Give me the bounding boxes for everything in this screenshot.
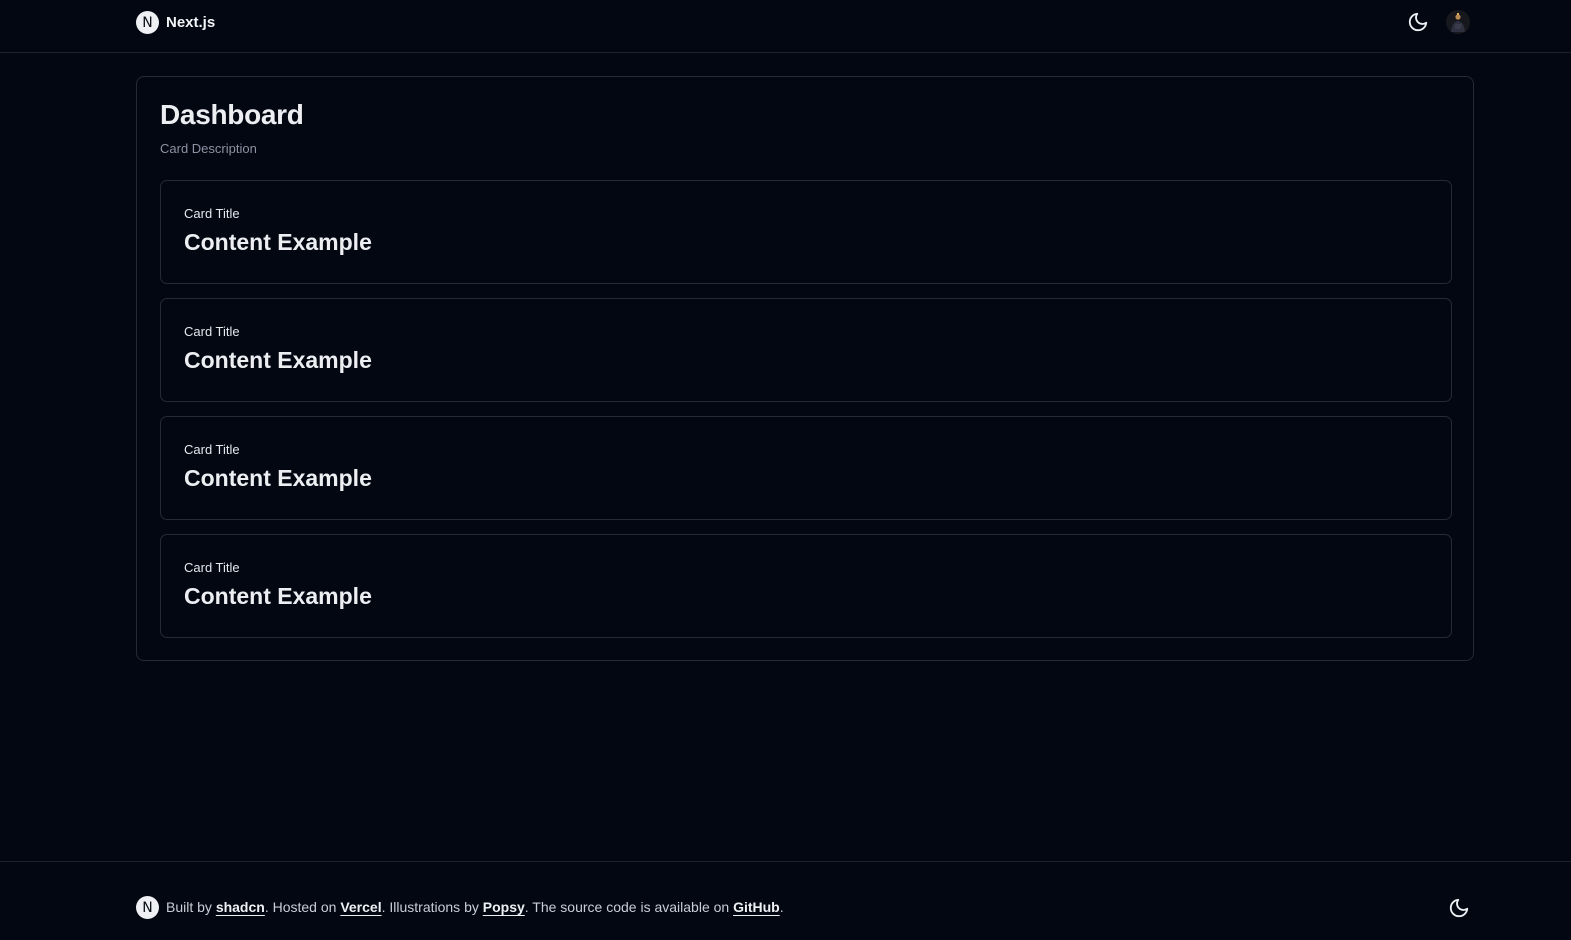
nextjs-logo-icon: N — [136, 11, 159, 34]
card-title: Card Title — [184, 442, 240, 457]
moon-icon — [1408, 12, 1428, 32]
content-card: Card Title Content Example — [160, 534, 1452, 638]
card-content: Content Example — [184, 229, 372, 255]
site-header: N Next.js — [0, 0, 1571, 53]
nextjs-logo-icon: N — [136, 896, 159, 919]
footer-text: Built by shadcn. Hosted on Vercel. Illus… — [166, 899, 784, 915]
footer-text-hosted-on: . Hosted on — [264, 899, 341, 915]
dashboard-card: Dashboard Card Description Card Title Co… — [136, 76, 1474, 661]
card-content: Content Example — [184, 583, 372, 609]
github-link[interactable]: GitHub — [733, 899, 780, 915]
footer-theme-toggle-button[interactable] — [1447, 896, 1471, 920]
brand-name: Next.js — [166, 14, 216, 31]
card-title: Card Title — [184, 560, 240, 575]
content-card: Card Title Content Example — [160, 180, 1452, 284]
footer-text-built-by: Built by — [166, 899, 216, 915]
vercel-link[interactable]: Vercel — [340, 899, 381, 915]
shadcn-link[interactable]: shadcn — [216, 899, 265, 915]
content-card: Card Title Content Example — [160, 416, 1452, 520]
site-footer: N Built by shadcn. Hosted on Vercel. Ill… — [0, 861, 1571, 940]
footer-text-source: . The source code is available on — [524, 899, 734, 915]
card-title: Card Title — [184, 324, 240, 339]
footer-text-end: . — [779, 899, 784, 915]
card-content: Content Example — [184, 347, 372, 373]
user-avatar[interactable] — [1446, 10, 1470, 34]
moon-icon — [1449, 898, 1469, 918]
theme-toggle-button[interactable] — [1406, 10, 1430, 34]
card-content: Content Example — [184, 465, 372, 491]
footer-text-illustrations-by: . Illustrations by — [381, 899, 483, 915]
avatar-image — [1446, 10, 1470, 34]
card-title: Card Title — [184, 206, 240, 221]
popsy-link[interactable]: Popsy — [483, 899, 525, 915]
footer-logo: N — [136, 896, 159, 919]
card-description: Card Description — [160, 141, 257, 156]
content-card: Card Title Content Example — [160, 298, 1452, 402]
page-title: Dashboard — [160, 99, 304, 130]
brand-link[interactable]: N Next.js — [136, 11, 215, 34]
